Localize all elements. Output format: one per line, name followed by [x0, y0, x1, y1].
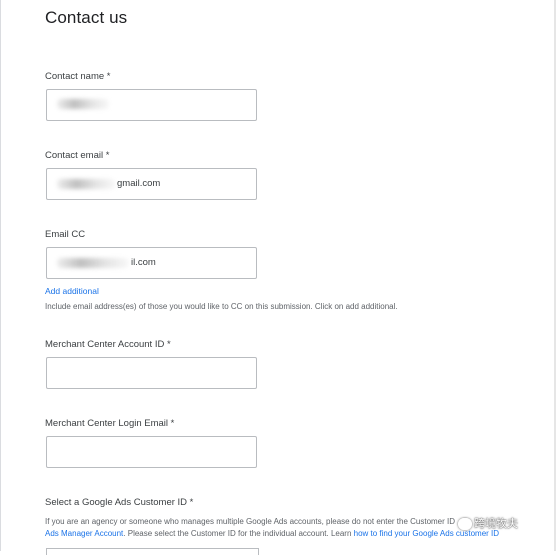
- watermark: 跨境牧夫: [458, 515, 518, 531]
- ads-customer-id-help-line1: If you are an agency or someone who mana…: [45, 517, 456, 526]
- email-cc-input[interactable]: il.com: [46, 247, 257, 279]
- merchant-login-email-input[interactable]: [46, 436, 257, 468]
- email-cc-label: Email CC: [45, 229, 86, 240]
- chat-bubble-icon: [458, 518, 472, 531]
- email-cc-value: il.com: [131, 257, 156, 268]
- ads-customer-id-select[interactable]: [46, 548, 259, 555]
- page-title: Contact us: [45, 8, 128, 27]
- redacted-value: [57, 99, 109, 110]
- merchant-account-id-label: Merchant Center Account ID *: [45, 339, 171, 350]
- redacted-value: [57, 258, 129, 268]
- add-additional-link[interactable]: Add additional: [45, 286, 99, 296]
- ads-manager-account-link[interactable]: Ads Manager Account: [45, 529, 123, 538]
- contact-name-input[interactable]: [46, 89, 257, 121]
- contact-email-label: Contact email *: [45, 150, 110, 161]
- contact-email-value: gmail.com: [117, 178, 161, 189]
- contact-email-input[interactable]: gmail.com: [46, 168, 257, 200]
- ads-customer-id-label: Select a Google Ads Customer ID *: [45, 497, 194, 508]
- ads-customer-id-help-line2: Ads Manager Account. Please select the C…: [45, 529, 500, 538]
- merchant-account-id-input[interactable]: [46, 357, 257, 389]
- merchant-login-email-label: Merchant Center Login Email *: [45, 418, 175, 429]
- email-cc-help: Include email address(es) of those you w…: [45, 302, 398, 311]
- contact-name-label: Contact name *: [45, 71, 111, 82]
- redacted-value: [57, 179, 115, 189]
- page-border-left: [0, 0, 1, 551]
